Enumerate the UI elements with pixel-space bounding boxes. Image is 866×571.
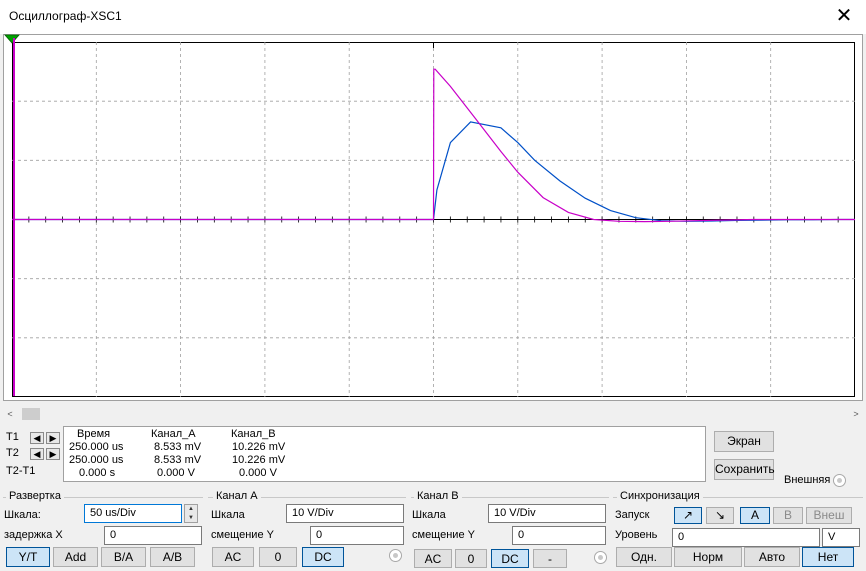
t1-channel-b: 10.226 mV (232, 441, 286, 453)
spinner-up-icon[interactable]: ▲ (185, 505, 197, 514)
horizontal-scrollbar[interactable]: < > (0, 406, 866, 422)
t2-time: 250.000 us (69, 454, 124, 466)
t2-t1-label: T2-T1 (6, 465, 36, 477)
save-button[interactable]: Сохранить (714, 459, 775, 480)
window-title: Осциллограф-XSC1 (9, 9, 122, 23)
trigger-level-field[interactable]: 0 (672, 528, 820, 547)
timebase-scale-spinner[interactable]: ▲ ▼ (184, 504, 198, 523)
channel-b-offset-field[interactable]: 0 (512, 526, 606, 545)
delta-channel-a: 0.000 V (157, 467, 195, 479)
scroll-right-arrow-icon[interactable]: > (849, 407, 863, 421)
cursor-controls: T1 ◀ ▶ T2 ◀ ▶ T2-T1 (3, 426, 61, 482)
title-bar: Осциллограф-XSC1 ✕ (0, 0, 866, 34)
trigger-source-b-button[interactable]: B (773, 507, 803, 524)
cursor-t1-line[interactable] (13, 38, 15, 396)
mode-ba-button[interactable]: B/A (101, 547, 146, 567)
timebase-scale-field[interactable]: 50 us/Div (84, 504, 182, 523)
mode-yt-button[interactable]: Y/T (6, 547, 50, 567)
header-time: Время (77, 428, 111, 440)
delta-time: 0.000 s (79, 467, 116, 479)
channel-b-scale-label: Шкала (412, 509, 446, 521)
scroll-left-arrow-icon[interactable]: < (3, 407, 17, 421)
channel-a-ac-button[interactable]: AC (212, 547, 254, 567)
header-channel-b: Канал_B (231, 428, 276, 440)
channel-b-ac-button[interactable]: AC (414, 549, 452, 568)
channel-a-offset-label: смещение Y (211, 529, 274, 541)
channel-b-invert-button[interactable]: - (533, 549, 567, 568)
rising-edge-icon[interactable]: ↗ (674, 507, 702, 524)
trigger-level-label: Уровень (615, 529, 658, 541)
t1-left-arrow-icon[interactable]: ◀ (30, 432, 44, 444)
t2-label: T2 (6, 447, 19, 459)
close-button[interactable]: ✕ (832, 4, 856, 28)
header-channel-a: Канал_A (151, 428, 196, 440)
trigger-level-unit-field[interactable]: V (822, 528, 860, 547)
timebase-scale-label: Шкала: (4, 509, 41, 521)
mode-add-button[interactable]: Add (53, 547, 98, 567)
screen-button[interactable]: Экран (714, 431, 774, 452)
t2-right-arrow-icon[interactable]: ▶ (46, 448, 60, 460)
mode-ab-button[interactable]: A/B (150, 547, 195, 567)
trigger-source-ext-button[interactable]: Внеш (806, 507, 852, 524)
t2-channel-a: 8.533 mV (154, 454, 202, 466)
channel-b-radio[interactable] (594, 551, 607, 564)
delta-channel-b: 0.000 V (239, 467, 277, 479)
timebase-title: Развертка (6, 490, 64, 502)
t1-channel-a: 8.533 mV (154, 441, 202, 453)
external-radio[interactable] (833, 474, 846, 487)
channel-b-scale-field[interactable]: 10 V/Div (488, 504, 606, 523)
channel-a-title: Канал A (213, 490, 261, 502)
channel-a-scale-label: Шкала (211, 509, 245, 521)
channel-b-dc-button[interactable]: DC (491, 549, 529, 568)
measurement-table: Время Канал_A Канал_B 250.000 us 8.533 m… (63, 426, 706, 482)
channel-b-zero-button[interactable]: 0 (455, 549, 487, 568)
falling-edge-icon[interactable]: ↘ (706, 507, 734, 524)
scroll-thumb[interactable] (22, 408, 40, 420)
channel-a-dc-button[interactable]: DC (302, 547, 344, 567)
t2-channel-b: 10.226 mV (232, 454, 286, 466)
channel-a-radio[interactable] (389, 549, 402, 562)
channel-a-zero-button[interactable]: 0 (259, 547, 297, 567)
t1-label: T1 (6, 431, 19, 443)
trigger-none-button[interactable]: Нет (802, 547, 854, 567)
trigger-normal-button[interactable]: Норм (674, 547, 742, 567)
channel-a-scale-field[interactable]: 10 V/Div (286, 504, 404, 523)
channel-a-offset-field[interactable]: 0 (310, 526, 404, 545)
channel-b-offset-label: смещение Y (412, 529, 475, 541)
x-delay-field[interactable]: 0 (104, 526, 202, 545)
trigger-source-a-button[interactable]: A (740, 507, 770, 524)
oscilloscope-display (12, 42, 855, 397)
external-label: Внешняя (784, 474, 831, 486)
trigger-start-label: Запуск (615, 509, 650, 521)
x-delay-label: задержка X (4, 529, 63, 541)
t2-left-arrow-icon[interactable]: ◀ (30, 448, 44, 460)
channel-b-title: Канал B (414, 490, 462, 502)
trigger-auto-button[interactable]: Авто (744, 547, 800, 567)
trigger-title: Синхронизация (617, 490, 703, 502)
trigger-single-button[interactable]: Одн. (616, 547, 672, 567)
spinner-down-icon[interactable]: ▼ (185, 514, 197, 523)
t1-time: 250.000 us (69, 441, 124, 453)
t1-right-arrow-icon[interactable]: ▶ (46, 432, 60, 444)
